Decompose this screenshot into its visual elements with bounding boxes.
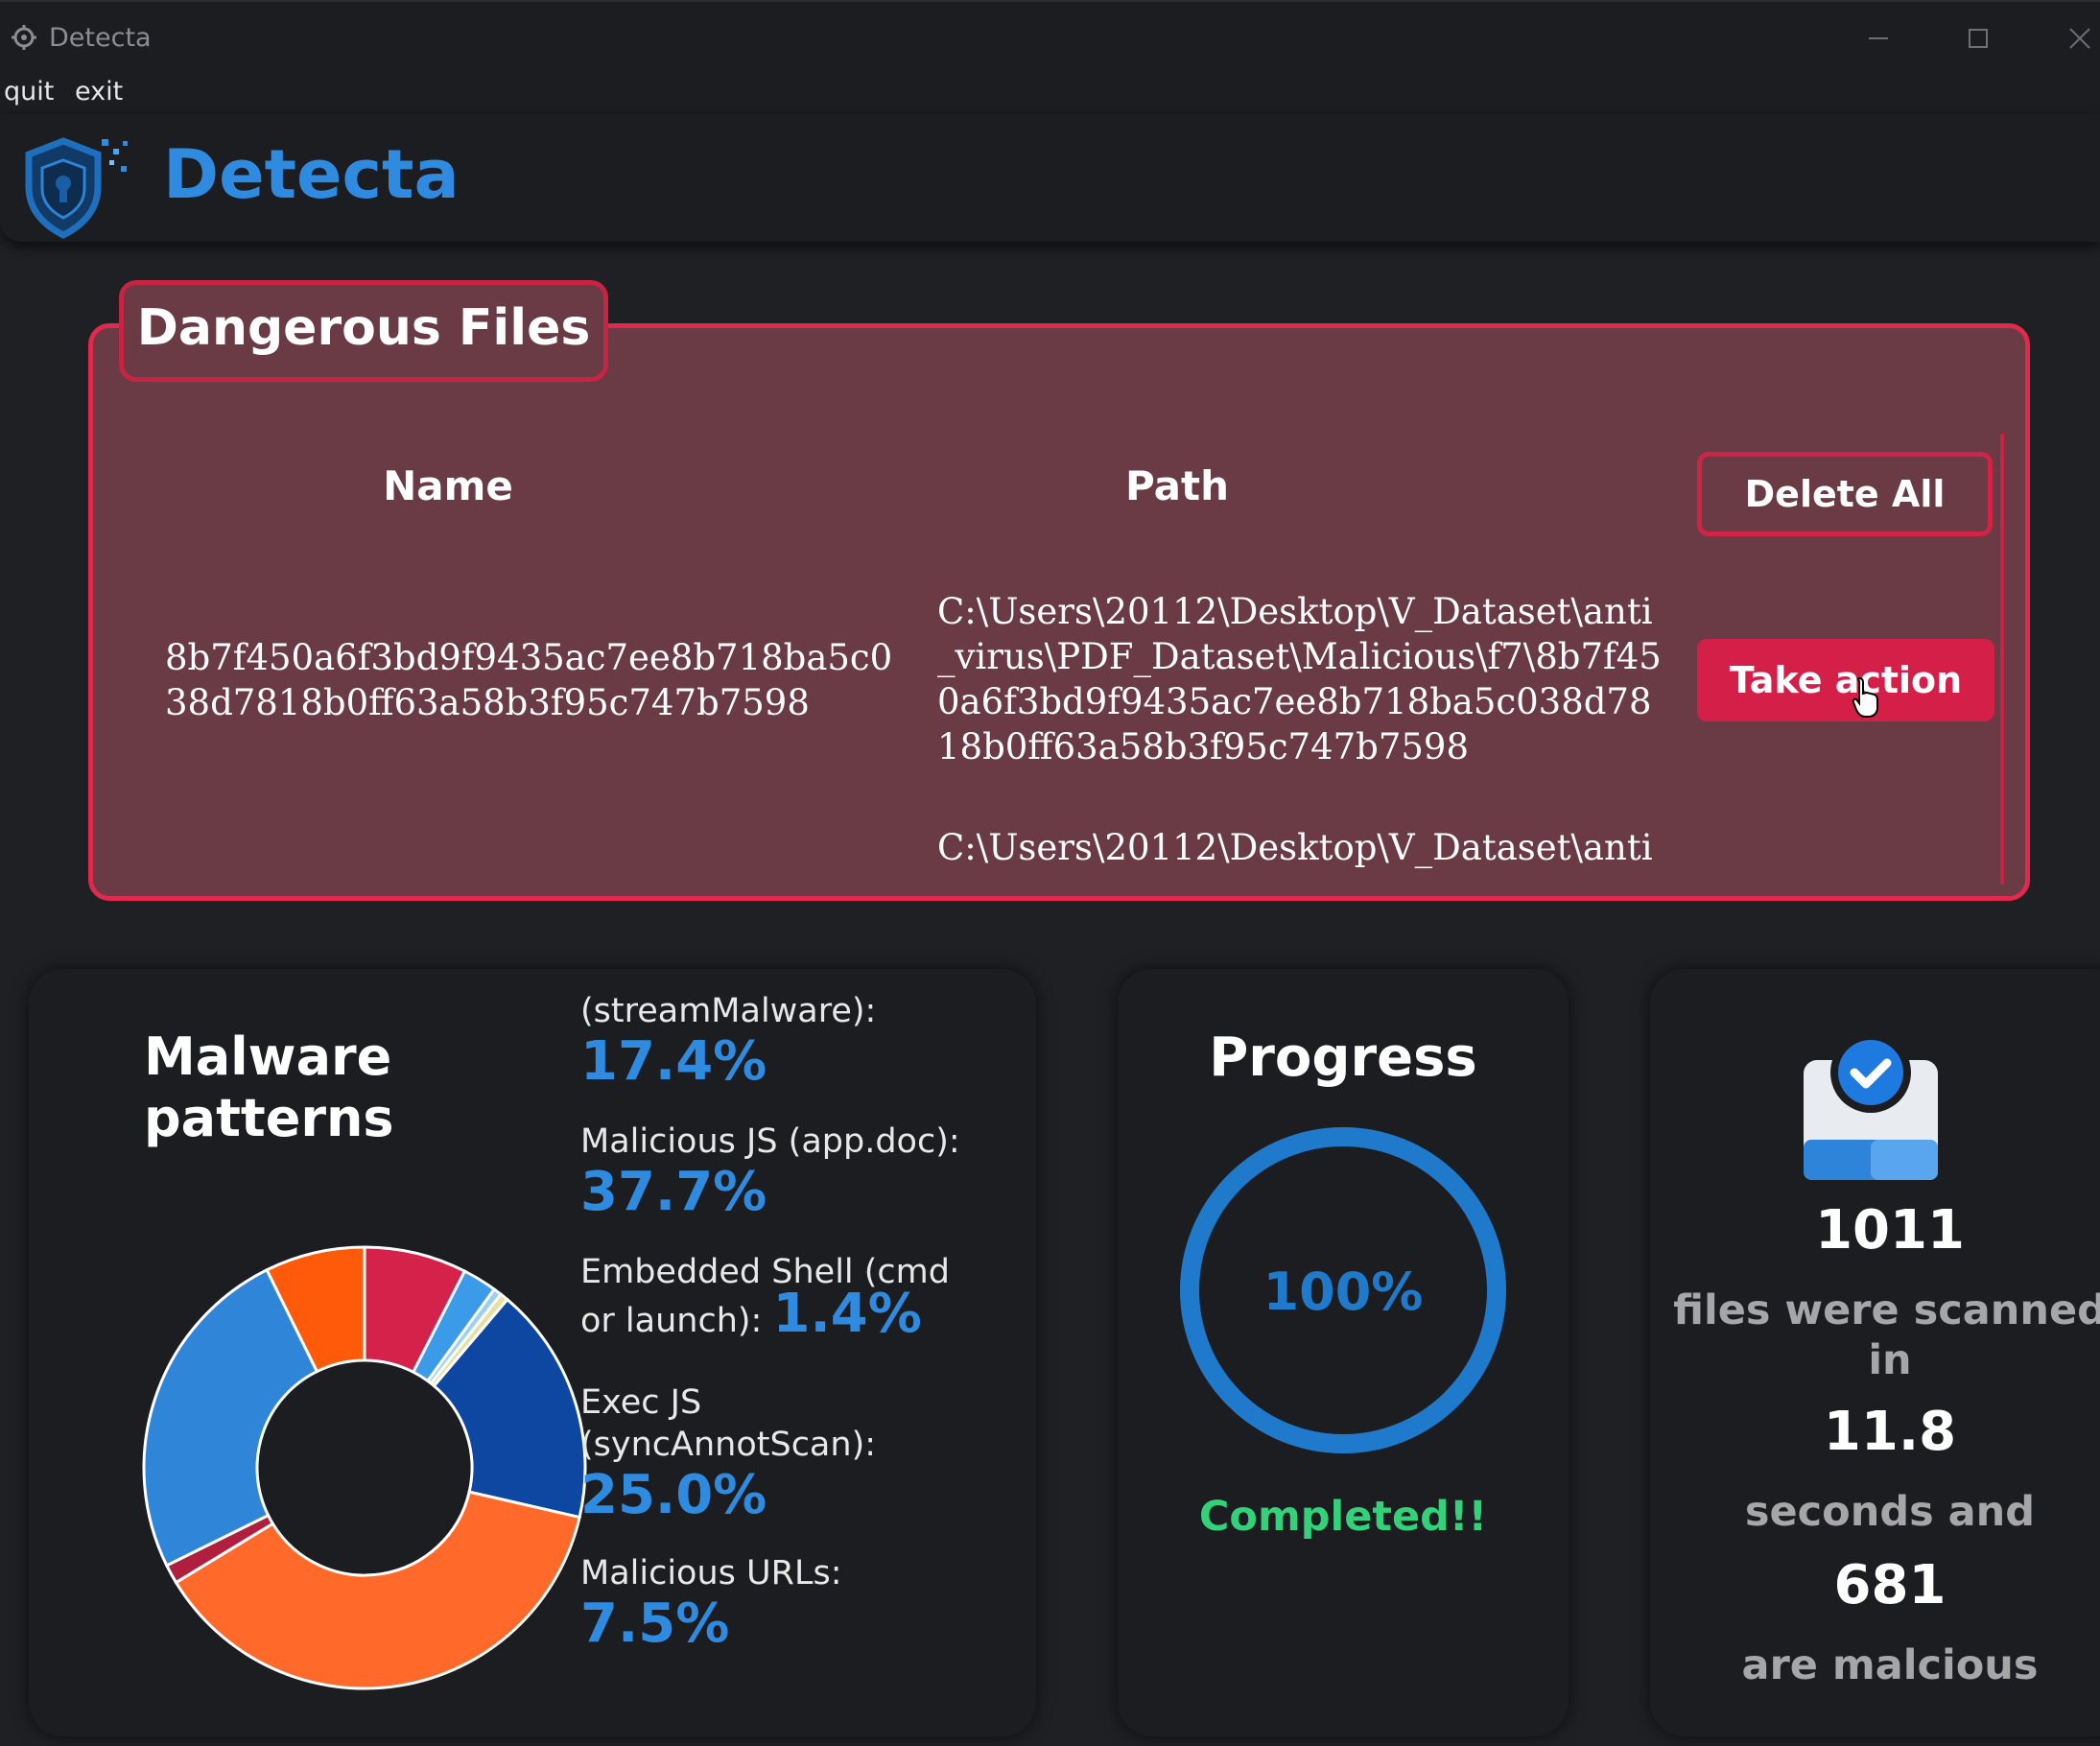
menu-exit[interactable]: exit (75, 77, 123, 106)
files-scrollbar[interactable] (2000, 434, 2004, 885)
file-path-cell: C:\Users\20112\Desktop\V_Dataset\anti_vi… (937, 591, 1662, 767)
brand-title: Detecta (163, 135, 460, 214)
legend-item-malicious-urls: Malicious URLs: 7.5% (580, 1552, 1031, 1654)
malware-patterns-title: Malware patterns (144, 1026, 394, 1148)
legend-value: 25.0% (580, 1464, 767, 1526)
malicious-text: are malcious (1741, 1641, 2039, 1689)
menu-quit[interactable]: quit (4, 77, 54, 106)
legend-value: 17.4% (580, 1030, 767, 1093)
files-scanned-count: 1011 (1815, 1199, 1965, 1262)
legend-item-exec-js: Exec JS (syncAnnotScan): 25.0% (580, 1381, 1031, 1525)
files-scanned-text: files were scanned in (1673, 1286, 2100, 1384)
progress-title: Progress (1209, 1026, 1477, 1089)
menu-bar: quit exit (0, 72, 2100, 114)
minimize-icon[interactable] (1852, 12, 1905, 65)
app-gear-icon (12, 25, 36, 50)
app-header: Detecta (0, 114, 2100, 242)
malware-donut-chart (142, 1245, 587, 1690)
progress-status: Completed!! (1198, 1493, 1488, 1541)
legend-label: Malicious URLs: (580, 1554, 842, 1593)
malware-patterns-card: Malware patterns (streamMalware): 17.4% … (29, 969, 1036, 1736)
progress-percent: 100% (1262, 1262, 1424, 1322)
dangerous-files-panel: Name Path Delete All 8b7f450a6f3bd9f9435… (88, 323, 2030, 901)
dangerous-files-tab: Dangerous Files (119, 280, 608, 382)
take-action-button[interactable]: Take action (1697, 639, 1994, 721)
scan-complete-icon (1804, 1032, 1938, 1180)
window-title: Detecta (49, 23, 152, 53)
legend-item-stream-malware: (streamMalware): 17.4% (580, 990, 1031, 1092)
file-path-cell: C:\Users\20112\Desktop\V_Dataset\anti (937, 827, 1653, 868)
legend-value: 37.7% (580, 1161, 767, 1223)
progress-card: Progress 100% Completed!! (1118, 969, 1569, 1736)
legend-label: (streamMalware): (580, 992, 877, 1030)
malicious-count: 681 (1833, 1554, 1947, 1616)
shield-icon (25, 137, 128, 239)
scan-seconds: 11.8 (1823, 1401, 1957, 1463)
scan-stats-card: 1011 files were scanned in 11.8 seconds … (1650, 969, 2100, 1736)
legend-value: 1.4% (772, 1283, 922, 1345)
maximize-icon[interactable] (1951, 12, 2005, 65)
legend-item-embedded-shell: Embedded Shell (cmd or launch): 1.4% (580, 1251, 1031, 1342)
legend-label: Malicious JS (app.doc): (580, 1122, 960, 1161)
delete-all-button[interactable]: Delete All (1697, 452, 1993, 536)
seconds-text: seconds and (1744, 1488, 2036, 1536)
title-bar: Detecta (0, 0, 2100, 74)
column-header-path: Path (1125, 462, 1229, 509)
legend-value: 7.5% (580, 1593, 730, 1655)
column-header-name: Name (383, 462, 513, 509)
dangerous-files-title: Dangerous Files (136, 299, 591, 357)
file-name-cell: 8b7f450a6f3bd9f9435ac7ee8b718ba5c038d781… (165, 637, 893, 723)
legend-label: Exec JS (syncAnnotScan): (580, 1383, 877, 1464)
mouse-pointer-icon (1852, 676, 1878, 718)
close-icon[interactable] (2053, 12, 2100, 65)
legend-item-malicious-js: Malicious JS (app.doc): 37.7% (580, 1121, 1031, 1222)
